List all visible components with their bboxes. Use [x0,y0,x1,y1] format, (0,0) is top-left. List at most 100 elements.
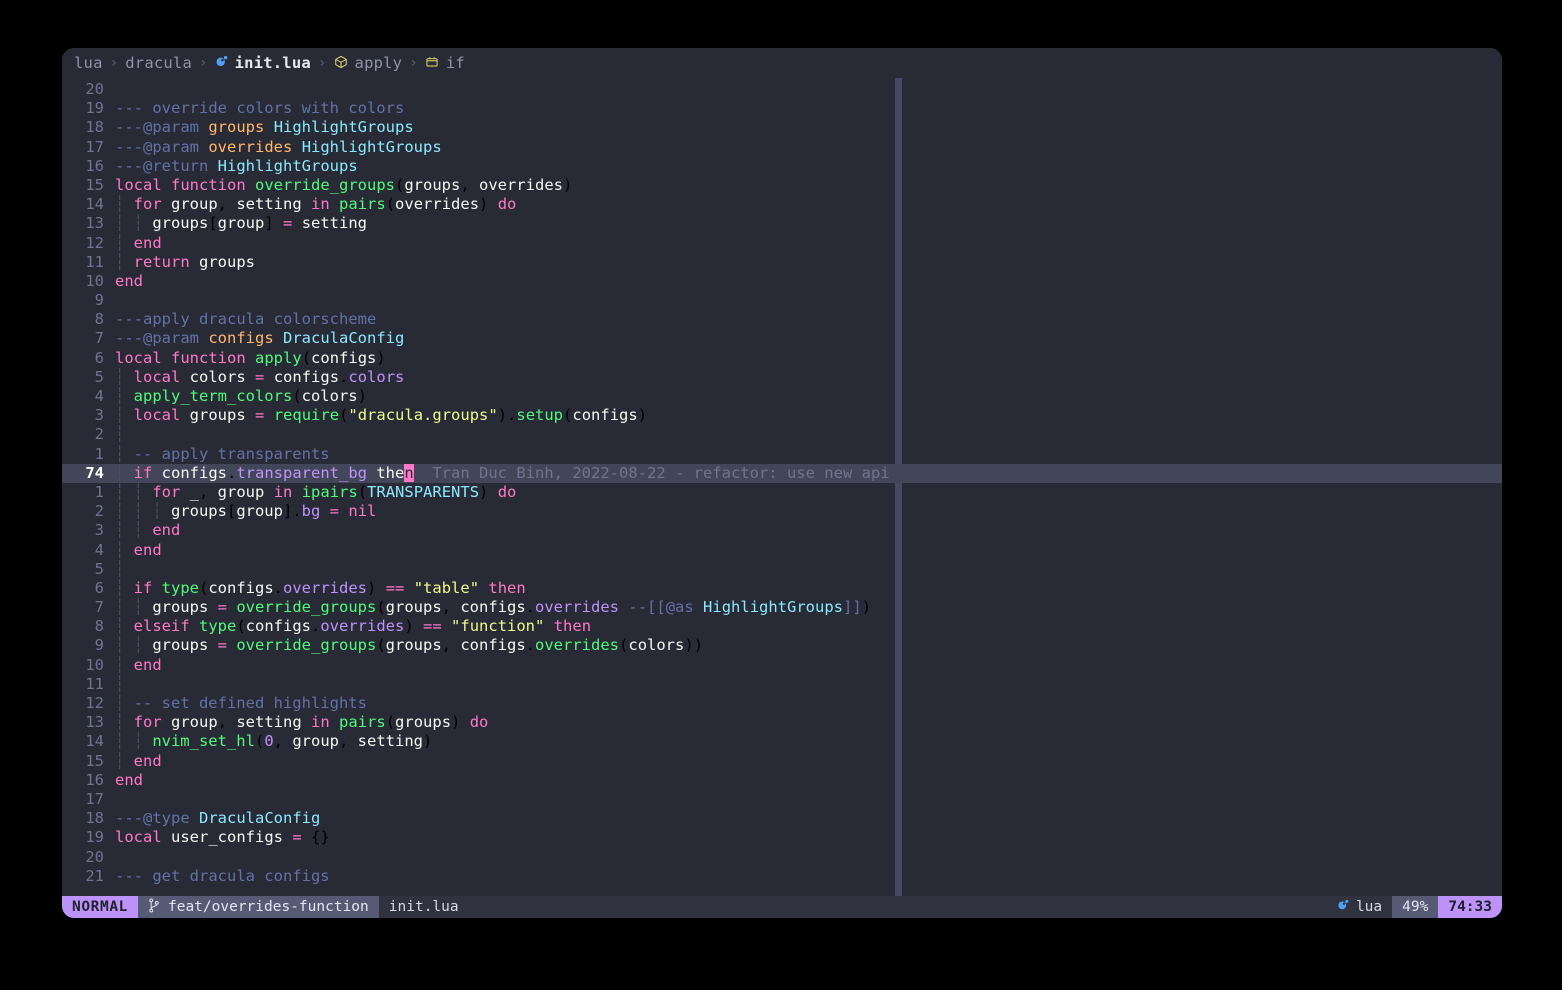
code-line[interactable]: 6 local function apply(configs) [62,349,1502,368]
line-number: 2 [94,425,104,444]
line-number: 10 [85,655,104,674]
code-line[interactable]: 12 ┆ -- set defined highlights [62,694,1502,713]
code-line[interactable]: 19 local user_configs = {} [62,828,1502,847]
line-number: 5 [94,559,104,578]
breadcrumb-item-initlua[interactable]: init.lua [215,54,311,72]
code-line[interactable]: 20 [62,848,1502,867]
code-line[interactable]: 16 ---@return HighlightGroups [62,157,1502,176]
code-line[interactable]: 12 ┆ end [62,234,1502,253]
code-line[interactable]: 19 --- override colors with colors [62,99,1502,118]
code-text: ┆ ┆ ┆ groups[group].bg = nil [115,502,377,521]
breadcrumb-label: if [445,54,465,72]
line-number: 19 [85,99,104,118]
indent-guide: ┆ [115,482,125,501]
code-text: ---@param configs DraculaConfig [115,329,405,348]
indent-guide: ┆ [115,387,125,405]
line-number: 19 [85,828,104,847]
code-line[interactable]: 11 ┆ [62,675,1502,694]
line-number: 18 [85,118,104,137]
line-number: 17 [85,137,104,156]
editor-buffer[interactable]: 20 19 --- override colors with colors 18 ---… [62,78,1502,896]
code-text: ┆ ┆ groups = override_groups(groups, con… [115,636,704,655]
indent-guide: ┆ [115,521,125,540]
code-line[interactable]: 7 ---@param configs DraculaConfig [62,329,1502,348]
code-line[interactable]: 3 ┆ local groups = require("dracula.group… [62,406,1502,425]
line-number: 11 [85,674,104,693]
code-line[interactable]: 8 ┆ elseif type(configs.overrides) == "fu… [62,617,1502,636]
indent-guide: ┆ [133,214,143,233]
statusline: NORMAL feat/overrides-function init.lua [62,896,1502,918]
code-line[interactable]: 13 ┆ for group, setting in pairs(groups) … [62,713,1502,732]
breadcrumb-item-dracula[interactable]: dracula [125,54,192,72]
code-line[interactable]: 9 ┆ ┆ groups = override_groups(groups, co… [62,636,1502,655]
code-line[interactable]: 17 [62,790,1502,809]
code-line[interactable]: 13 ┆ ┆ groups[group] = setting [62,214,1502,233]
code-line[interactable]: 4 ┆ apply_term_colors(colors) [62,387,1502,406]
code-text: end [115,770,143,789]
code-text: ┆ ┆ for _, group in ipairs(TRANSPARENTS)… [115,482,517,501]
code-line[interactable]: 18 ---@type DraculaConfig [62,809,1502,828]
code-line[interactable]: 4 ┆ end [62,541,1502,560]
breadcrumb-label: lua [74,54,103,72]
indent-guide: ┆ [115,502,125,521]
code-line[interactable]: 1 ┆ -- apply transparents [62,445,1502,464]
line-number: 6 [94,578,104,597]
code-text: ┆ local groups = require("dracula.groups… [115,406,648,425]
code-lines[interactable]: 20 19 --- override colors with colors 18 ---… [62,78,1502,896]
line-number: 8 [94,617,104,636]
indent-guide: ┆ [133,482,143,501]
breadcrumb-item-if[interactable]: if [425,54,465,72]
code-line[interactable]: 2 ┆ ┆ ┆ groups[group].bg = nil [62,502,1502,521]
code-line[interactable]: 21 --- get dracula configs [62,867,1502,886]
lua-icon [215,55,228,71]
code-line[interactable]: 17 ---@param overrides HighlightGroups [62,138,1502,157]
breadcrumb-item-lua[interactable]: lua [74,54,103,72]
code-line[interactable]: 10 end [62,272,1502,291]
line-number: 7 [94,598,104,617]
code-text: ┆ ┆ groups = override_groups(groups, con… [115,598,872,617]
code-line[interactable]: 9 [62,291,1502,310]
code-line[interactable]: 20 [62,80,1502,99]
code-text: ┆ ┆ nvim_set_hl(0, group, setting) [115,732,433,751]
code-line[interactable]: 10 ┆ end [62,656,1502,675]
code-line[interactable]: 5 ┆ local colors = configs.colors [62,368,1502,387]
code-line[interactable]: 6 ┆ if type(configs.overrides) == "table"… [62,579,1502,598]
code-line[interactable]: 15 local function override_groups(groups,… [62,176,1502,195]
code-line[interactable]: 2 ┆ [62,425,1502,444]
code-line[interactable]: 15 ┆ end [62,752,1502,771]
indent-guide: ┆ [115,655,125,674]
line-number: 74 [85,463,104,482]
line-number: 11 [85,252,104,271]
breadcrumb-label: dracula [125,54,192,72]
code-line[interactable]: 3 ┆ ┆ end [62,521,1502,540]
code-line[interactable]: 1 ┆ ┆ for _, group in ipairs(TRANSPARENTS… [62,483,1502,502]
code-line[interactable]: 16 end [62,771,1502,790]
breadcrumb-label: init.lua [234,54,311,72]
status-branch[interactable]: feat/overrides-function [137,896,379,918]
code-line[interactable]: 14 ┆ for group, setting in pairs(override… [62,195,1502,214]
code-text: ┆ [115,425,134,443]
code-line[interactable]: 14 ┆ ┆ nvim_set_hl(0, group, setting) [62,732,1502,751]
breadcrumb-item-apply[interactable]: apply [334,54,403,72]
code-text: --- get dracula configs [115,866,330,885]
code-text: ┆ [115,675,134,693]
code-line[interactable]: 8 ---apply dracula colorscheme [62,310,1502,329]
line-number: 16 [85,770,104,789]
code-line-current[interactable]: 74 ┆ if configs.transparent_bg then Tran … [62,463,1502,483]
indent-guide: ┆ [152,502,162,521]
code-line[interactable]: 7 ┆ ┆ groups = override_groups(groups, co… [62,598,1502,617]
line-number: 10 [85,271,104,290]
code-line[interactable]: 11 ┆ return groups [62,253,1502,272]
code-line[interactable]: 18 ---@param groups HighlightGroups [62,118,1502,137]
breadcrumb-separator: › [317,55,327,71]
code-line[interactable]: 5 ┆ [62,560,1502,579]
